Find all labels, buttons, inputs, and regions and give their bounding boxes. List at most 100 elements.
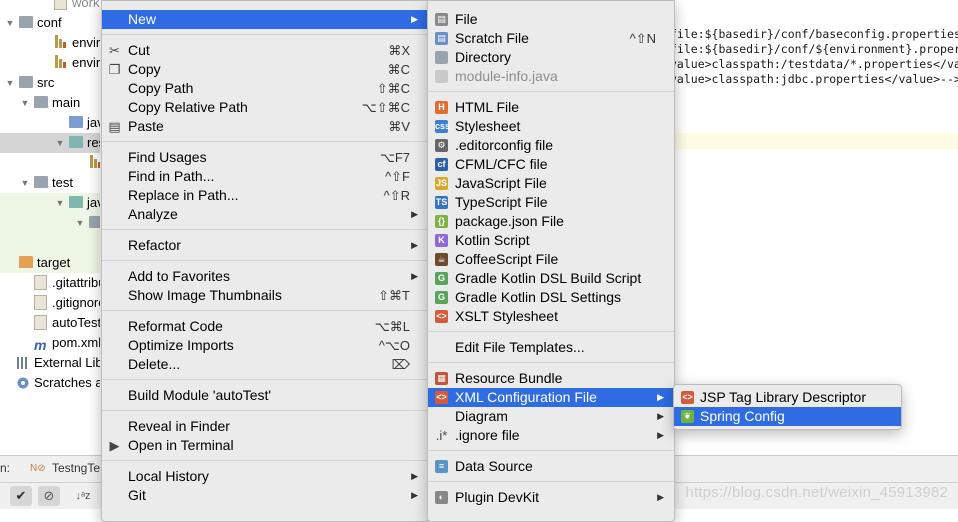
tree-item[interactable]: autoTest.in: [0, 313, 110, 333]
menu-item-label: Kotlin Script: [455, 232, 530, 248]
menu-item-html-file[interactable]: H HTML File: [428, 98, 674, 117]
tree-item[interactable]: java: [0, 113, 110, 133]
menu-item-xslt-stylesheet[interactable]: <> XSLT Stylesheet: [428, 307, 674, 326]
menu-item-label: Open in Terminal: [128, 437, 234, 453]
menu-item-delete[interactable]: Delete... ⌦: [102, 355, 428, 374]
tree-item[interactable]: m pom.xml: [0, 333, 110, 353]
menu-item-label: package.json File: [455, 213, 564, 229]
tree-item[interactable]: ▼ java: [0, 193, 110, 213]
expand-arrow-icon[interactable]: ▼: [55, 133, 65, 153]
menu-item-cut[interactable]: ✂ Cut ⌘X: [102, 41, 428, 60]
shortcut-label: ⌥F7: [379, 150, 410, 165]
tree-item[interactable]: environ: [0, 33, 110, 53]
folder-icon: [69, 136, 83, 148]
menu-item-scratch-file[interactable]: ▤ Scratch File ^⇧N: [428, 29, 674, 48]
menu-item-find-usages[interactable]: Find Usages ⌥F7: [102, 148, 428, 167]
menu-item-jsp-tag-library-descriptor[interactable]: <> JSP Tag Library Descriptor: [674, 388, 901, 407]
menu-item-new[interactable]: New ▶: [102, 10, 428, 29]
menu-item-open-in-terminal[interactable]: ▶ Open in Terminal: [102, 436, 428, 455]
menu-item-find-in-path[interactable]: Find in Path... ^⇧F: [102, 167, 428, 186]
tree-item[interactable]: ▼resou: [0, 133, 110, 153]
menu-item-plugin-devkit[interactable]: ◐ Plugin DevKit ▶: [428, 488, 674, 507]
menu-item-edit-file-templates[interactable]: Edit File Templates...: [428, 338, 674, 357]
menu-item-optimize-imports[interactable]: Optimize Imports ^⌥O: [102, 336, 428, 355]
menu-item-copy[interactable]: ❐ Copy ⌘C: [102, 60, 428, 79]
menu-item-build-module-autotest[interactable]: Build Module 'autoTest': [102, 386, 428, 405]
menu-item-label: Gradle Kotlin DSL Build Script: [455, 270, 642, 286]
sort-alpha-icon[interactable]: ↓ᵃz: [72, 486, 94, 506]
tree-item[interactable]: ▼ main: [0, 93, 110, 113]
menu-item-label: JavaScript File: [455, 175, 547, 191]
menu-item-gradle-kotlin-dsl-settings[interactable]: G Gradle Kotlin DSL Settings: [428, 288, 674, 307]
expand-arrow-icon[interactable]: ▼: [5, 73, 15, 93]
project-tree: workspace.xml▼confenvironenviron▼src▼mai…: [0, 0, 110, 455]
menu-item-coffeescript-file[interactable]: ☕ CoffeeScript File: [428, 250, 674, 269]
tree-item[interactable]: External Libra: [0, 353, 110, 373]
menu-item-cfml-cfc-file[interactable]: cf CFML/CFC file: [428, 155, 674, 174]
menu-item-refactor[interactable]: Refactor ▶: [102, 236, 428, 255]
menu-item-paste[interactable]: ▤ Paste ⌘V: [102, 117, 428, 136]
menu-item-editorconfig-file[interactable]: ⚙ .editorconfig file: [428, 136, 674, 155]
code-line: value>classpath:/testdata/*.properties</…: [670, 57, 958, 71]
menu-item-spring-config[interactable]: ❦ Spring Config: [674, 407, 901, 426]
expand-arrow-icon[interactable]: ▼: [75, 213, 85, 233]
tree-item[interactable]: c: [0, 233, 110, 253]
tree-item[interactable]: ▼te: [0, 213, 110, 233]
tree-item[interactable]: .gitattribut: [0, 273, 110, 293]
tree-item[interactable]: target: [0, 253, 110, 273]
menu-item-git[interactable]: Git ▶: [102, 486, 428, 505]
menu-item-javascript-file[interactable]: JS JavaScript File: [428, 174, 674, 193]
show-ignored-icon[interactable]: ⊘: [38, 486, 60, 506]
menu-separator: [428, 362, 674, 363]
tree-item[interactable]: environ: [0, 53, 110, 73]
tree-item-label: main: [52, 95, 81, 110]
expand-arrow-icon[interactable]: ▼: [55, 193, 65, 213]
menu-item-stylesheet[interactable]: css Stylesheet: [428, 117, 674, 136]
menu-item-label: New: [128, 11, 157, 27]
menu-item-package-json-file[interactable]: {} package.json File: [428, 212, 674, 231]
expand-arrow-icon[interactable]: ▼: [5, 13, 15, 33]
menu-item-gradle-kotlin-dsl-build-script[interactable]: G Gradle Kotlin DSL Build Script: [428, 269, 674, 288]
menu-item-copy-relative-path[interactable]: Copy Relative Path ⌥⇧⌘C: [102, 98, 428, 117]
menu-separator: [428, 481, 674, 482]
menu-item-local-history[interactable]: Local History ▶: [102, 467, 428, 486]
directory-icon: [435, 51, 448, 64]
expand-arrow-icon[interactable]: ▼: [20, 93, 30, 113]
tree-item-label: target: [37, 255, 71, 270]
menu-item-data-source[interactable]: ≡ Data Source: [428, 457, 674, 476]
menu-item-directory[interactable]: Directory: [428, 48, 674, 67]
expand-arrow-icon[interactable]: ▼: [20, 173, 30, 193]
menu-item-reveal-in-finder[interactable]: Reveal in Finder: [102, 417, 428, 436]
folder-icon: [34, 176, 48, 188]
menu-item-label: Diagram: [455, 408, 508, 424]
shortcut-label: ⇧⌘T: [378, 288, 410, 303]
tree-item[interactable]: workspace.xml: [0, 0, 110, 13]
menu-item-add-to-favorites[interactable]: Add to Favorites ▶: [102, 267, 428, 286]
menu-item-resource-bundle[interactable]: ▦ Resource Bundle: [428, 369, 674, 388]
menu-item-show-image-thumbnails[interactable]: Show Image Thumbnails ⇧⌘T: [102, 286, 428, 305]
tree-item[interactable]: ap: [0, 153, 110, 173]
run-tab-testng[interactable]: TestngTe: [52, 461, 100, 475]
tree-item[interactable]: ▼ conf: [0, 13, 110, 33]
tree-item[interactable]: ▼ test: [0, 173, 110, 193]
menu-item-ignore-file[interactable]: .i* .ignore file ▶: [428, 426, 674, 445]
show-passed-check-icon[interactable]: ✔: [10, 486, 32, 506]
css-icon: css: [435, 120, 451, 133]
menu-item-typescript-file[interactable]: TS TypeScript File: [428, 193, 674, 212]
testng-icon: N⊘: [30, 463, 46, 474]
menu-item-xml-configuration-file[interactable]: <> XML Configuration File ▶: [428, 388, 674, 407]
menu-item-kotlin-script[interactable]: K Kotlin Script: [428, 231, 674, 250]
menu-item-replace-in-path[interactable]: Replace in Path... ^⇧R: [102, 186, 428, 205]
tree-item[interactable]: ▼ src: [0, 73, 110, 93]
menu-item-copy-path[interactable]: Copy Path ⇧⌘C: [102, 79, 428, 98]
tree-item[interactable]: Scratches and: [0, 373, 110, 393]
menu-item-reformat-code[interactable]: Reformat Code ⌥⌘L: [102, 317, 428, 336]
menu-item-diagram[interactable]: Diagram ▶: [428, 407, 674, 426]
menu-item-label: XML Configuration File: [455, 389, 597, 405]
menu-item-file[interactable]: ▤ File: [428, 10, 674, 29]
menu-item-label: CFML/CFC file: [455, 156, 548, 172]
tree-item[interactable]: .gitignore: [0, 293, 110, 313]
menu-item-label: Copy Path: [128, 80, 194, 96]
menu-item-label: Add to Favorites: [128, 268, 230, 284]
menu-item-analyze[interactable]: Analyze ▶: [102, 205, 428, 224]
